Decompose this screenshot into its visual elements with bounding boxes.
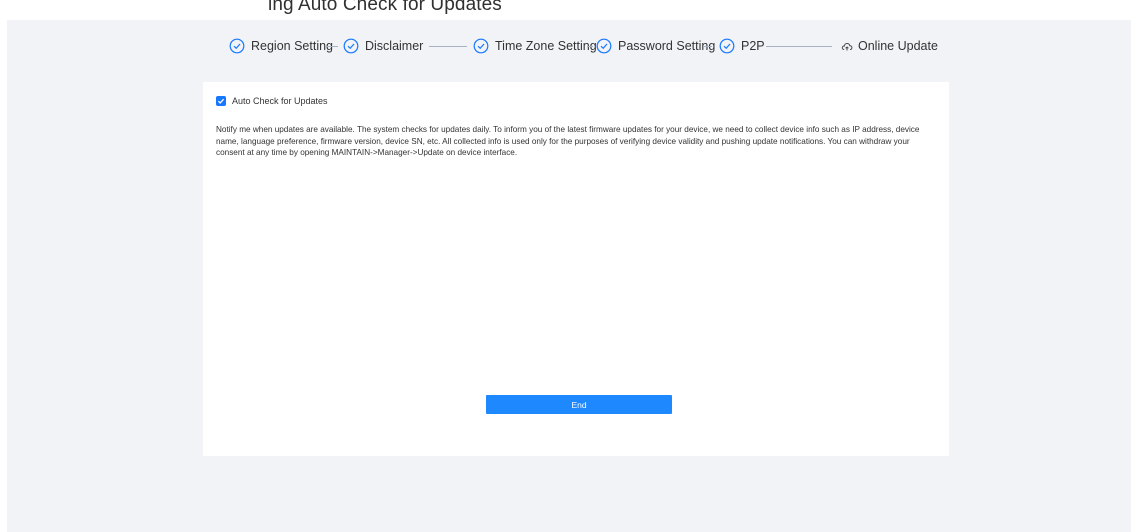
step-label: Online Update <box>858 39 938 53</box>
step-connector <box>766 46 832 47</box>
auto-check-label: Auto Check for Updates <box>232 96 328 106</box>
check-circle-icon <box>719 38 735 54</box>
step-connector <box>429 46 467 47</box>
step-progress-bar: Region Setting Disclaimer Time Zone Sett… <box>7 20 1131 70</box>
check-circle-icon <box>343 38 359 54</box>
step-label: Region Setting <box>251 39 334 53</box>
step-region-setting: Region Setting <box>229 36 333 56</box>
step-online-update: Online Update <box>840 36 938 56</box>
checkmark-icon <box>217 98 225 104</box>
end-button[interactable]: End <box>486 395 672 414</box>
step-p2p: P2P <box>719 36 765 56</box>
cloud-upload-icon <box>840 38 856 54</box>
step-connector <box>704 46 712 47</box>
setup-wizard: Region Setting Disclaimer Time Zone Sett… <box>7 20 1131 532</box>
step-label: Password Setting <box>618 39 716 53</box>
check-circle-icon <box>473 38 489 54</box>
previous-screen-fragment: ing Auto Check for Updates <box>0 0 1138 20</box>
step-password-setting: Password Setting <box>596 36 715 56</box>
check-circle-icon <box>596 38 612 54</box>
check-circle-icon <box>229 38 245 54</box>
step-connector <box>326 46 338 47</box>
step-disclaimer: Disclaimer <box>343 36 423 56</box>
step-time-zone-setting: Time Zone Setting <box>473 36 597 56</box>
auto-check-checkbox[interactable] <box>216 96 226 106</box>
step-connector <box>587 46 593 47</box>
auto-check-option[interactable]: Auto Check for Updates <box>216 96 328 106</box>
online-update-panel: Auto Check for Updates Notify me when up… <box>203 82 949 456</box>
step-label: Time Zone Setting <box>495 39 597 53</box>
step-label: P2P <box>741 39 765 53</box>
fragment-text: ing Auto Check for Updates <box>268 0 502 15</box>
privacy-notice: Notify me when updates are available. Th… <box>216 125 920 157</box>
step-label: Disclaimer <box>365 39 424 53</box>
